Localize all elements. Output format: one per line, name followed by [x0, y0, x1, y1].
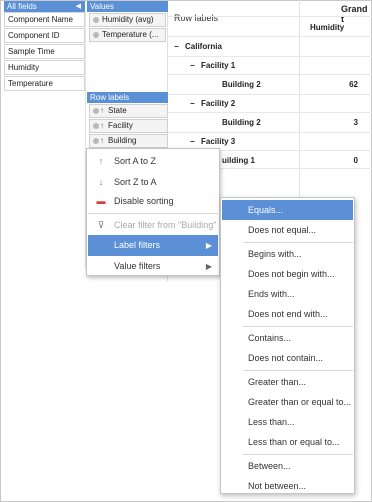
sort-descending-icon: ↓: [98, 177, 104, 187]
menu-separator: [243, 370, 353, 371]
sort-asc-icon: ↑: [100, 106, 104, 115]
drag-handle-icon: [93, 17, 99, 23]
menu-item-label: Clear filter from "Building": [114, 220, 217, 230]
row-divider: [168, 112, 372, 113]
sort-asc-icon: ↑: [100, 121, 104, 130]
pivot-row-california[interactable]: − California: [174, 42, 222, 51]
clear-filter-item: ⊽ Clear filter from "Building": [88, 215, 218, 236]
collapse-icon[interactable]: −: [190, 137, 198, 146]
pivot-row-facility-1[interactable]: − Facility 1: [190, 61, 235, 70]
field-item-sample-time[interactable]: Sample Time: [4, 44, 85, 59]
filter-equals-item[interactable]: Equals...: [222, 200, 353, 220]
pivot-row-facility-3[interactable]: − Facility 3: [190, 137, 235, 146]
values-header: Values: [87, 1, 168, 12]
pivot-value-cell: 0: [353, 156, 358, 165]
menu-separator: [243, 326, 353, 327]
label-filters-submenu: Equals... Does not equal... Begins with.…: [220, 197, 355, 494]
sort-asc-icon: ↑: [100, 136, 104, 145]
row-chip-state[interactable]: ↑ State: [89, 104, 168, 118]
row-chip-label: Facility: [108, 121, 133, 130]
filter-begins-with-item[interactable]: Begins with...: [222, 244, 353, 264]
filter-less-than-item[interactable]: Less than...: [222, 412, 353, 432]
pivot-row-label: Facility 3: [201, 137, 236, 146]
row-divider: [168, 132, 372, 133]
filter-clear-icon: ⊽: [97, 220, 105, 230]
pivot-row-label: Facility 1: [201, 61, 236, 70]
row-divider: [168, 56, 372, 57]
value-filters-item[interactable]: Value filters ▶: [88, 256, 218, 277]
eraser-icon: ▬: [96, 196, 106, 206]
collapse-left-icon[interactable]: ◀: [76, 1, 81, 12]
pivot-row-building-1[interactable]: uilding 1: [222, 156, 255, 165]
filter-not-end-with-item[interactable]: Does not end with...: [222, 304, 353, 324]
pivot-row-label: uilding 1: [222, 156, 255, 165]
pivot-value-cell: 3: [353, 118, 358, 127]
row-divider: [168, 16, 372, 17]
label-filters-item[interactable]: Label filters ▶: [88, 235, 218, 256]
row-labels-header: Row labels: [87, 92, 168, 103]
menu-item-label: Disable sorting: [114, 196, 174, 206]
drag-handle-icon: [93, 108, 99, 114]
drag-handle-icon: [93, 138, 99, 144]
pivot-row-label: Building 2: [222, 80, 261, 89]
sort-z-to-a-item[interactable]: ↓ Sort Z to A: [88, 172, 218, 193]
field-item-component-name[interactable]: Component Name: [4, 12, 85, 27]
row-divider: [168, 74, 372, 75]
drag-handle-icon: [93, 123, 99, 129]
all-fields-header[interactable]: All fields ◀: [4, 1, 85, 12]
pivot-row-label: Facility 2: [201, 99, 236, 108]
drag-handle-icon: [93, 32, 99, 38]
filter-not-begin-with-item[interactable]: Does not begin with...: [222, 264, 353, 284]
menu-separator: [88, 213, 218, 214]
filter-not-equal-item[interactable]: Does not equal...: [222, 220, 353, 240]
pivot-row-label: California: [185, 42, 222, 51]
pivot-row-facility-2[interactable]: − Facility 2: [190, 99, 235, 108]
sort-a-to-z-item[interactable]: ↑ Sort A to Z: [88, 151, 218, 172]
collapse-icon[interactable]: −: [190, 61, 198, 70]
value-chip-label: Temperature (...: [102, 30, 159, 39]
collapse-icon[interactable]: −: [174, 42, 182, 51]
row-chip-label: State: [108, 106, 127, 115]
value-chip-temperature[interactable]: Temperature (...: [89, 28, 166, 42]
disable-sorting-item[interactable]: ▬ Disable sorting: [88, 191, 218, 212]
row-divider: [168, 94, 372, 95]
row-chip-label: Building: [108, 136, 137, 145]
sort-ascending-icon: ↑: [98, 156, 104, 166]
menu-item-label: Label filters: [114, 240, 161, 250]
pivot-value-cell: 62: [349, 80, 358, 89]
filter-greater-equal-item[interactable]: Greater than or equal to...: [222, 392, 353, 412]
menu-separator: [243, 454, 353, 455]
row-chip-building[interactable]: ↑ Building: [89, 134, 168, 148]
menu-separator: [243, 242, 353, 243]
pivot-row-building-2[interactable]: Building 2: [222, 80, 261, 89]
field-item-temperature[interactable]: Temperature: [4, 76, 85, 91]
filter-less-equal-item[interactable]: Less than or equal to...: [222, 432, 353, 452]
field-item-humidity[interactable]: Humidity: [4, 60, 85, 75]
filter-not-between-item[interactable]: Not between...: [222, 476, 353, 496]
menu-item-label: Sort Z to A: [114, 177, 157, 187]
pivot-row-labels-title: Row labels: [174, 13, 219, 23]
collapse-icon[interactable]: −: [190, 99, 198, 108]
all-fields-label: All fields: [7, 2, 37, 11]
value-chip-humidity[interactable]: Humidity (avg): [89, 13, 166, 27]
humidity-column-header: Humidity: [310, 23, 345, 32]
chevron-right-icon: ▶: [205, 262, 212, 271]
filter-not-contain-item[interactable]: Does not contain...: [222, 348, 353, 368]
filter-greater-than-item[interactable]: Greater than...: [222, 372, 353, 392]
grand-total-header: Grand t: [341, 4, 368, 24]
filter-contains-item[interactable]: Contains...: [222, 328, 353, 348]
field-context-menu: ↑ Sort A to Z ↓ Sort Z to A ▬ Disable so…: [86, 148, 220, 276]
filter-ends-with-item[interactable]: Ends with...: [222, 284, 353, 304]
pivot-row-label: Building 2: [222, 118, 261, 127]
value-chip-label: Humidity (avg): [102, 15, 154, 24]
field-item-component-id[interactable]: Component ID: [4, 28, 85, 43]
row-chip-facility[interactable]: ↑ Facility: [89, 119, 168, 133]
menu-item-label: Value filters: [114, 261, 161, 271]
filter-between-item[interactable]: Between...: [222, 456, 353, 476]
pivot-row-building-2b[interactable]: Building 2: [222, 118, 261, 127]
chevron-right-icon: ▶: [205, 241, 212, 250]
row-divider: [168, 36, 372, 37]
menu-item-label: Sort A to Z: [114, 156, 157, 166]
